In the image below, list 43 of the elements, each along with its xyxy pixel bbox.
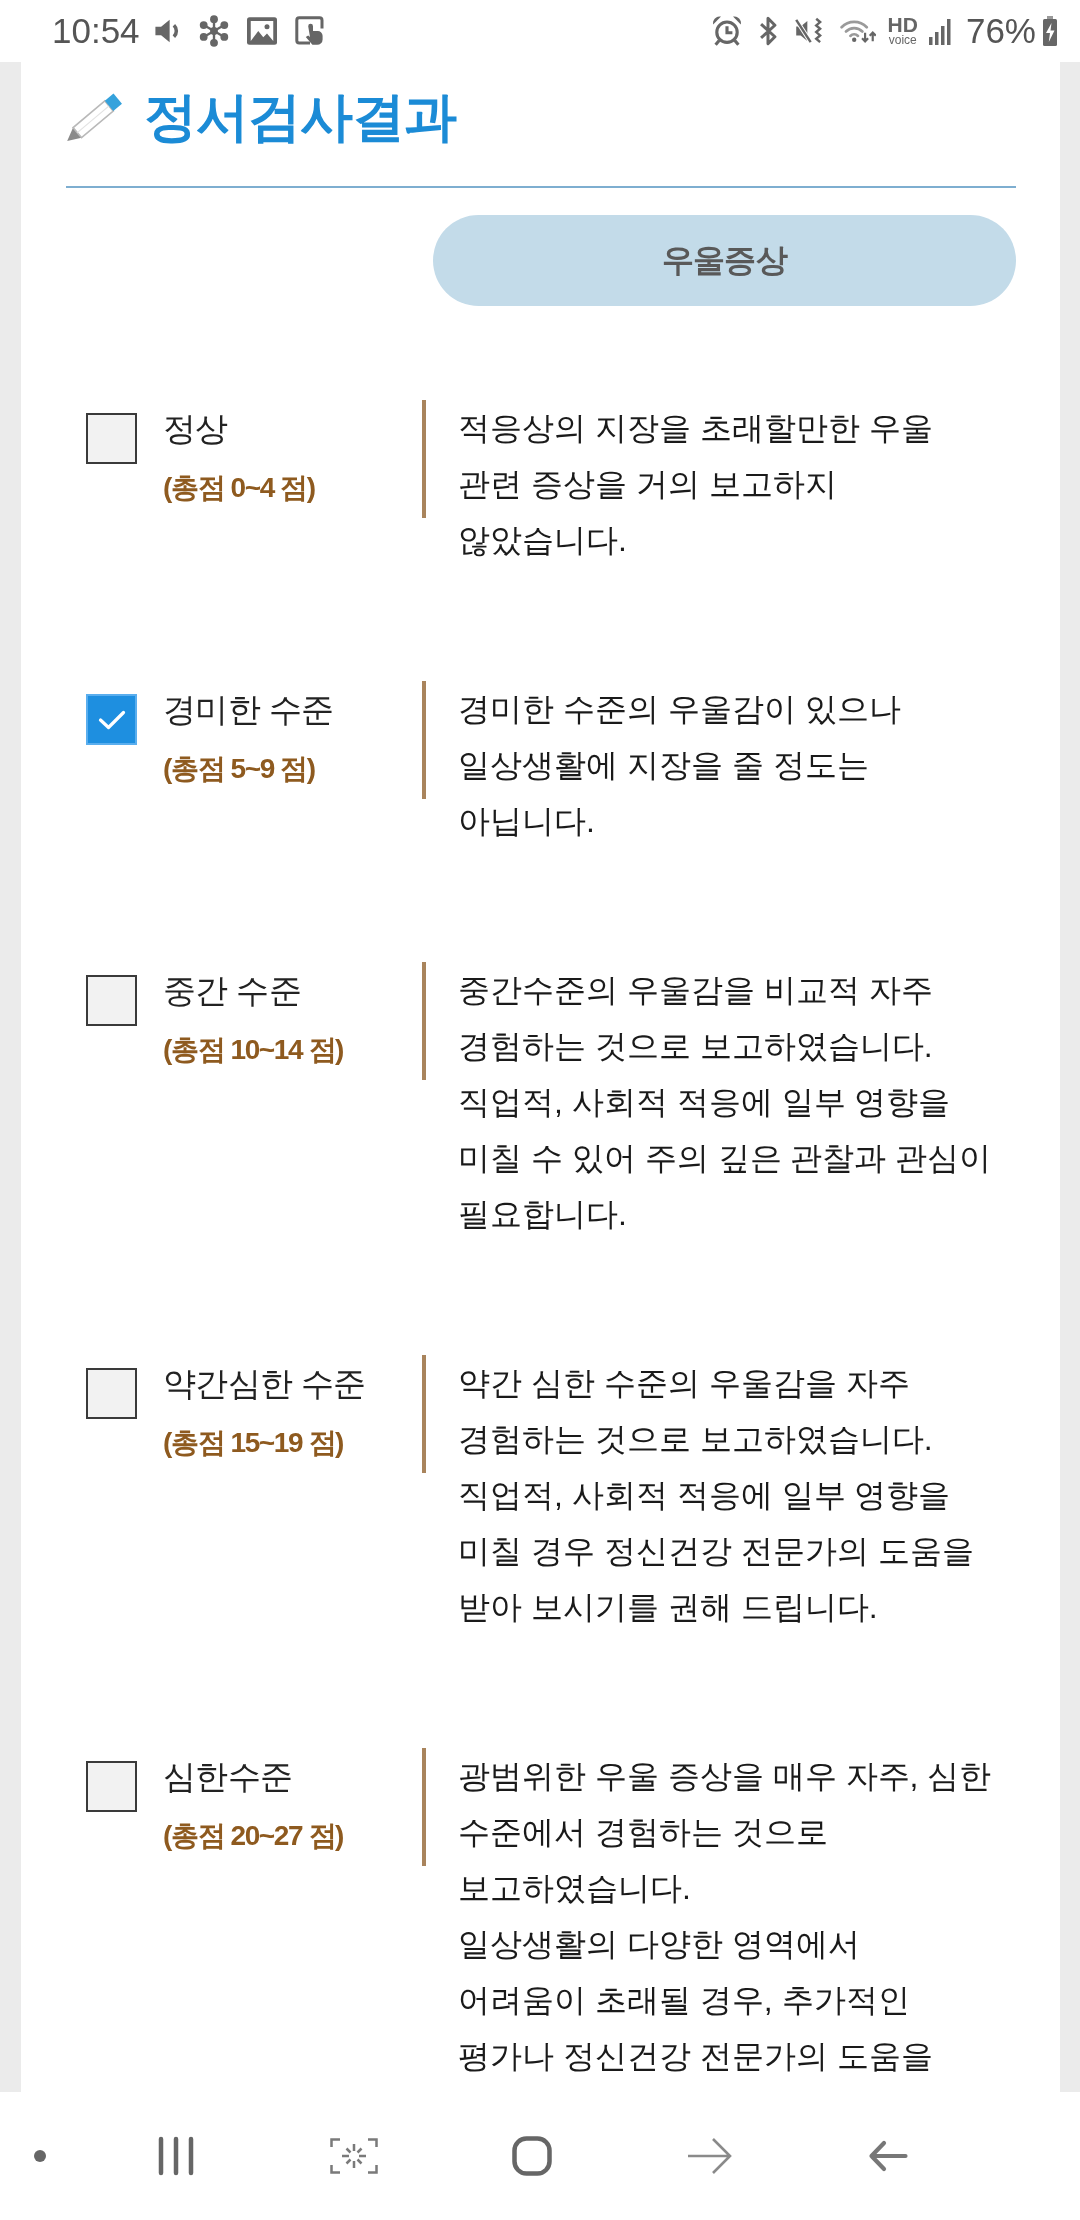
pencil-icon — [66, 92, 124, 142]
recent-apps-icon[interactable] — [157, 2136, 195, 2176]
network-nodes-icon — [198, 15, 229, 47]
score-range: (총점 5~9 점) — [163, 752, 315, 786]
level-label: 심한수준 — [163, 1757, 293, 1797]
dashed-frame-icon[interactable] — [330, 2138, 378, 2174]
checkbox[interactable] — [86, 975, 137, 1026]
checkbox[interactable] — [86, 413, 137, 464]
level-description: 적응상의 지장을 초래할만한 우울 관련 증상을 거의 보고하지 않았습니다. — [458, 409, 934, 560]
level-description: 경미한 수준의 우울감이 있으나 일상생활에 지장을 줄 정도는 아닙니다. — [458, 690, 902, 841]
level-description: 광범위한 우울 증상을 매우 자주, 심한 수준에서 경험하는 것으로 보고하였습니다. 일상생활의 다양한 영역에서 어려움이 초래될 경우, 추가적인 평가나 정신건강 전문가의 도움을 — [458, 1757, 993, 2076]
level-label: 약간심한 수준 — [163, 1364, 366, 1404]
page-title: 정서검사결과 — [144, 86, 456, 148]
arrow-right-icon[interactable] — [687, 2137, 733, 2175]
category-header: 우울증상 — [433, 215, 1016, 306]
muted-speaker-icon — [793, 17, 824, 45]
level-label: 중간 수준 — [163, 971, 301, 1011]
score-range: (총점 10~14 점) — [163, 1033, 344, 1067]
checkbox[interactable] — [86, 1368, 137, 1419]
battery-charging-icon — [1042, 15, 1058, 47]
hd-label: HD — [887, 16, 918, 34]
speaker-icon — [153, 18, 181, 44]
score-range: (총점 15~19 점) — [163, 1426, 344, 1460]
level-label: 경미한 수준 — [163, 690, 334, 730]
signal-icon — [927, 17, 952, 45]
bluetooth-icon — [757, 16, 778, 46]
alarm-clock-icon — [711, 16, 742, 46]
hand-on-screen-icon — [294, 16, 325, 46]
voice-label: voice — [888, 34, 917, 46]
battery-percentage: 76% — [965, 11, 1036, 51]
checkmark-icon — [97, 709, 126, 730]
level-label: 정상 — [163, 409, 228, 449]
back-icon[interactable] — [868, 2140, 908, 2172]
home-icon[interactable] — [512, 2136, 552, 2176]
checkbox[interactable] — [86, 694, 137, 745]
level-description: 중간수준의 우울감을 비교적 자주 경험하는 것으로 보고하였습니다. 직업적, 사회적 적응에 일부 영향을 미칠 수 있어 주의 깊은 관찰과 관심이 필요합니다. — [458, 971, 993, 1234]
score-range: (총점 0~4 점) — [163, 471, 315, 505]
clock-time: 10:54 — [52, 11, 140, 51]
score-range: (총점 20~27 점) — [163, 1819, 344, 1853]
dot-icon[interactable] — [34, 2150, 46, 2162]
image-icon — [246, 17, 277, 45]
level-description: 약간 심한 수준의 우울감을 자주 경험하는 것으로 보고하였습니다. 직업적, 사회적 적응에 일부 영향을 미칠 경우 정신건강 전문가의 도움을 받아 보시기를 권해 드립니다. — [458, 1364, 975, 1627]
checkbox[interactable] — [86, 1761, 137, 1812]
